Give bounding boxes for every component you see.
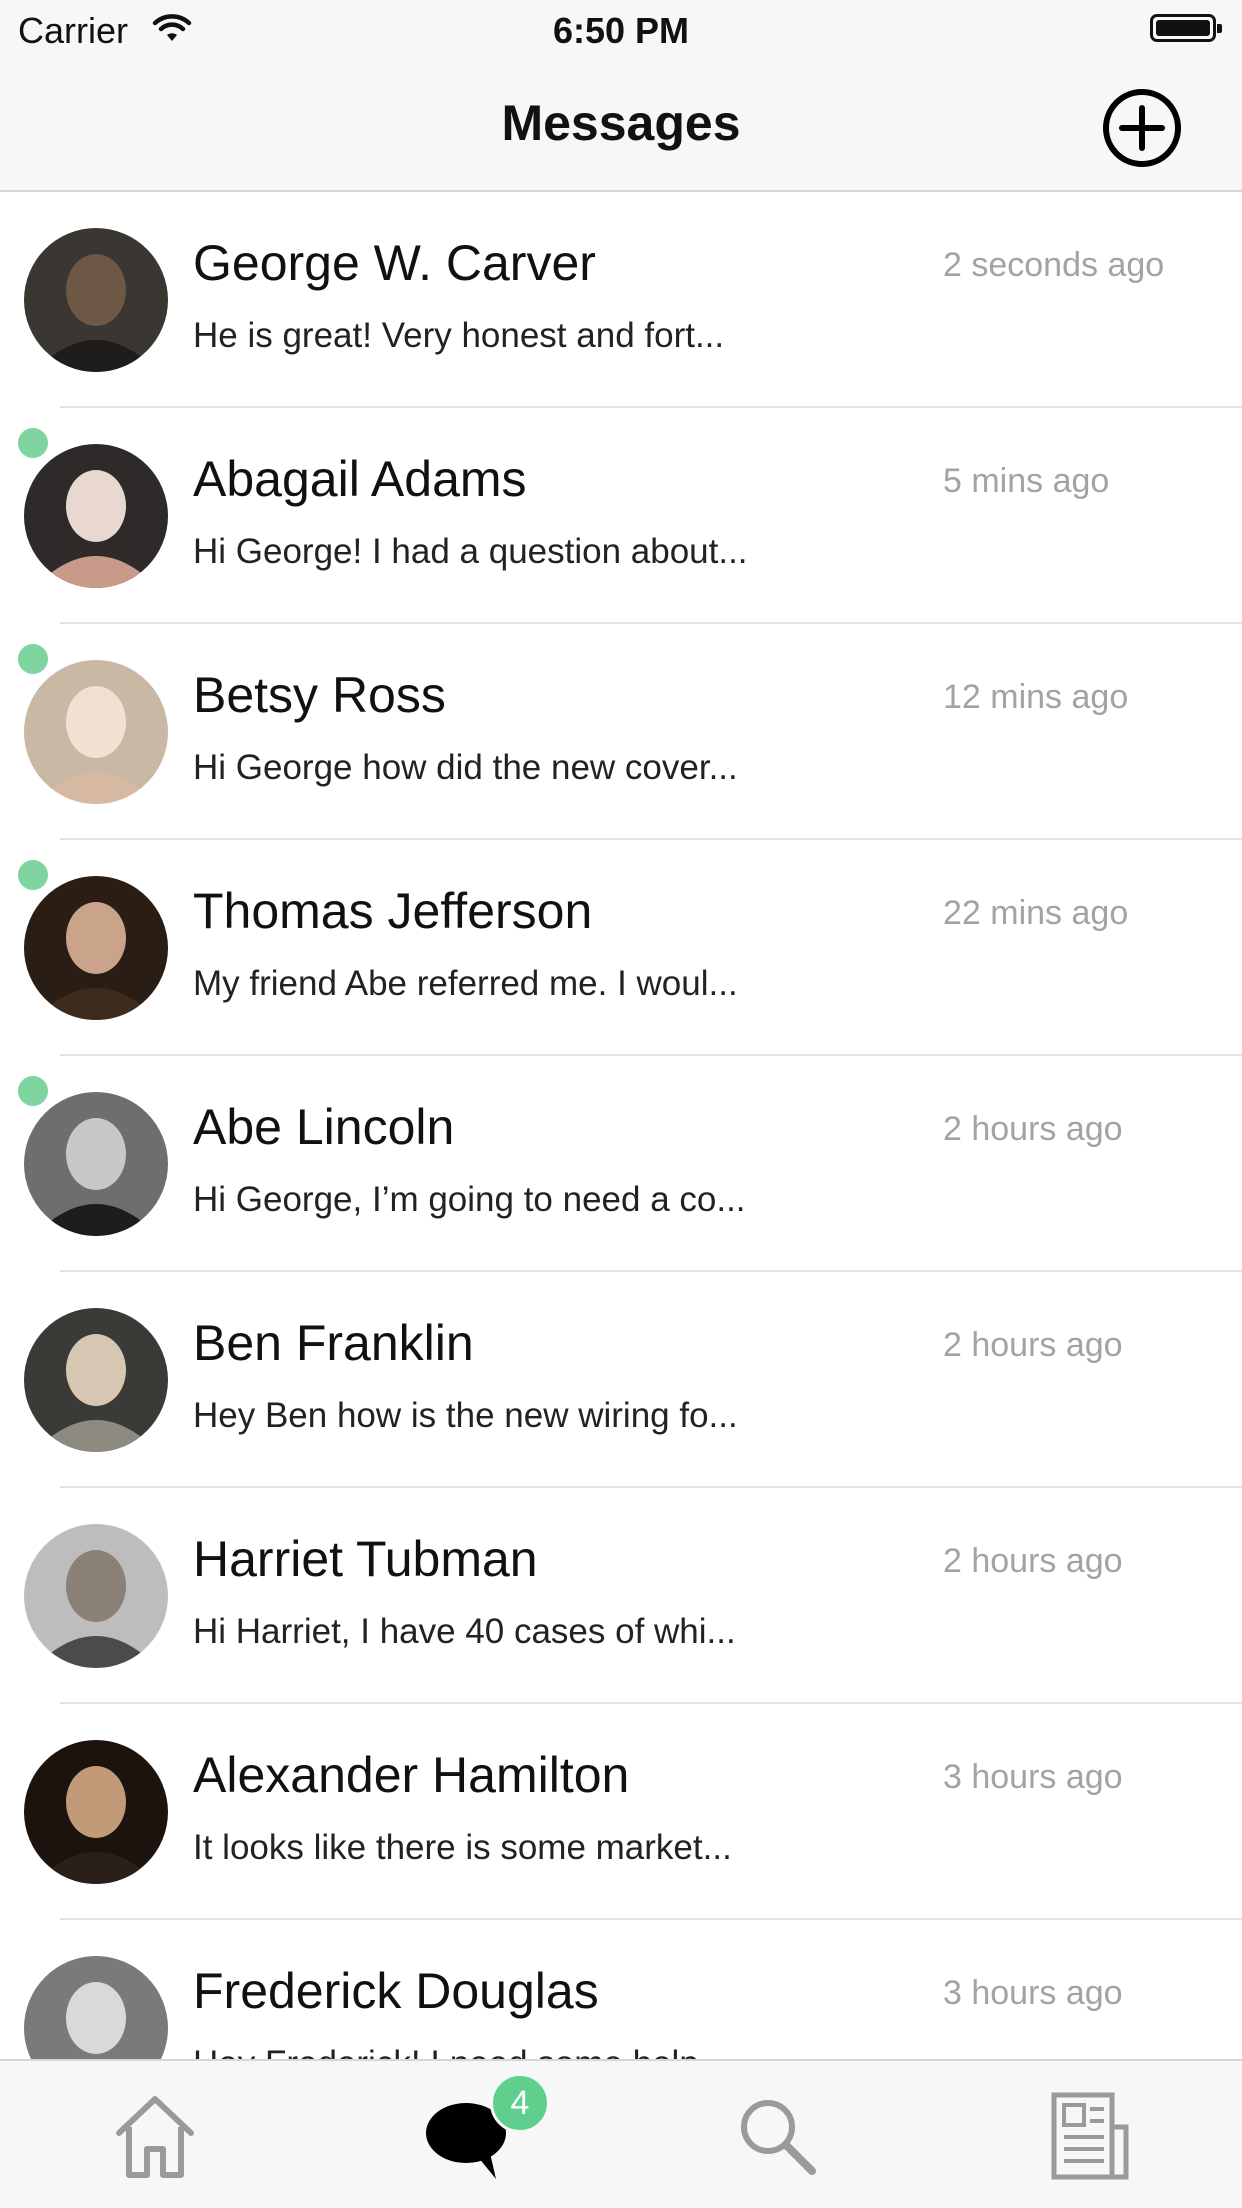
avatar — [24, 660, 168, 804]
message-preview: He is great! Very honest and fort... — [193, 316, 725, 355]
status-bar: Carrier 6:50 PM — [0, 0, 1242, 62]
battery-icon — [1150, 14, 1222, 42]
tab-bar: 4 — [0, 2059, 1242, 2208]
conversation-row[interactable]: Frederick Douglas 3 hours ago Hey Freder… — [0, 1920, 1242, 2059]
message-preview: Hi Harriet, I have 40 cases of whi... — [193, 1612, 736, 1651]
search-icon — [741, 2100, 816, 2175]
conversation-row[interactable]: Ben Franklin 2 hours ago Hey Ben how is … — [0, 1272, 1242, 1488]
message-timestamp: 3 hours ago — [943, 1758, 1123, 1796]
conversation-row[interactable]: George W. Carver 2 seconds ago He is gre… — [0, 192, 1242, 408]
message-timestamp: 22 mins ago — [943, 894, 1129, 932]
message-preview: It looks like there is some market... — [193, 1828, 732, 1867]
message-timestamp: 2 seconds ago — [943, 246, 1165, 284]
avatar — [24, 1092, 168, 1236]
message-timestamp: 5 mins ago — [943, 462, 1110, 500]
message-timestamp: 2 hours ago — [943, 1326, 1123, 1364]
unread-badge: 4 — [490, 2073, 550, 2133]
online-indicator — [18, 860, 48, 890]
conversation-row[interactable]: Alexander Hamilton 3 hours ago It looks … — [0, 1704, 1242, 1920]
contact-name: Thomas Jefferson — [193, 883, 593, 939]
conversation-row[interactable]: Thomas Jefferson 22 mins ago My friend A… — [0, 840, 1242, 1056]
contact-name: Harriet Tubman — [193, 1531, 538, 1587]
conversation-list[interactable]: George W. Carver 2 seconds ago He is gre… — [0, 192, 1242, 2059]
message-timestamp: 2 hours ago — [943, 1110, 1123, 1148]
page-title: Messages — [501, 95, 741, 151]
conversation-row[interactable]: Betsy Ross 12 mins ago Hi George how did… — [0, 624, 1242, 840]
contact-name: Abagail Adams — [193, 451, 527, 507]
avatar — [24, 1740, 168, 1884]
contact-name: Abe Lincoln — [193, 1099, 455, 1155]
avatar — [24, 876, 168, 1020]
tab-home[interactable] — [105, 2087, 205, 2187]
message-preview: Hi George, I’m going to need a co... — [193, 1180, 746, 1219]
contact-name: Betsy Ross — [193, 667, 446, 723]
conversation-row[interactable]: Harriet Tubman 2 hours ago Hi Harriet, I… — [0, 1488, 1242, 1704]
message-timestamp: 12 mins ago — [943, 678, 1129, 716]
contact-name: Frederick Douglas — [193, 1963, 599, 2019]
message-preview: Hey Frederick! I need some help... — [193, 2044, 728, 2059]
navigation-bar: Messages — [0, 62, 1242, 192]
avatar — [24, 1524, 168, 1668]
tab-news[interactable] — [1040, 2087, 1140, 2187]
online-indicator — [18, 644, 48, 674]
conversation-row[interactable]: Abagail Adams 5 mins ago Hi George! I ha… — [0, 408, 1242, 624]
message-preview: Hey Ben how is the new wiring fo... — [193, 1396, 738, 1435]
plus-circle-icon — [1103, 89, 1181, 167]
new-message-button[interactable] — [1100, 86, 1184, 170]
online-indicator — [18, 1076, 48, 1106]
message-timestamp: 2 hours ago — [943, 1542, 1123, 1580]
message-preview: Hi George how did the new cover... — [193, 748, 738, 787]
avatar — [24, 1308, 168, 1452]
message-preview: Hi George! I had a question about... — [193, 532, 748, 571]
contact-name: Ben Franklin — [193, 1315, 474, 1371]
avatar — [24, 444, 168, 588]
contact-name: George W. Carver — [193, 235, 596, 291]
conversation-row[interactable]: Abe Lincoln 2 hours ago Hi George, I’m g… — [0, 1056, 1242, 1272]
contact-name: Alexander Hamilton — [193, 1747, 630, 1803]
tab-search[interactable] — [728, 2087, 828, 2187]
online-indicator — [18, 428, 48, 458]
avatar — [24, 1956, 168, 2059]
home-icon — [116, 2096, 194, 2178]
avatar — [24, 228, 168, 372]
status-clock: 6:50 PM — [552, 10, 690, 51]
newspaper-icon — [1051, 2092, 1129, 2180]
message-timestamp: 3 hours ago — [943, 1974, 1123, 2012]
message-preview: My friend Abe referred me. I woul... — [193, 964, 738, 1003]
